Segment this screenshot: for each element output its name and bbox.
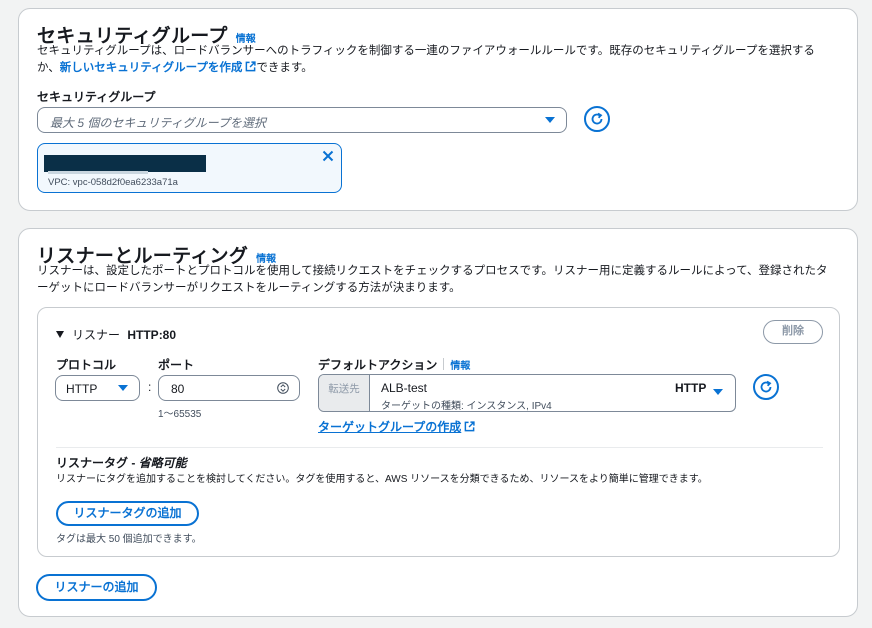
caret-down-icon xyxy=(545,117,555,123)
security-group-select-placeholder: 最大 5 個のセキュリティグループを選択 xyxy=(50,116,266,130)
redacted-security-group-id xyxy=(48,171,148,174)
protocol-select[interactable]: HTTP xyxy=(55,375,140,401)
default-action-label-group: デフォルトアクション 情報 xyxy=(318,356,470,373)
listener-tags-title: リスナータグ - 省略可能 xyxy=(56,454,187,471)
listener-tags-title-text: リスナータグ - xyxy=(56,456,139,470)
tag-limit-hint: タグは最大 50 個追加できます。 xyxy=(56,534,202,545)
external-link-icon xyxy=(246,61,257,72)
listeners-description: リスナーは、設定したポートとプロトコルを使用して接続リクエストをチェックするプロ… xyxy=(37,265,828,294)
forward-to-label: 転送先 xyxy=(319,375,370,411)
refresh-icon xyxy=(760,380,772,393)
caret-expanded-icon xyxy=(56,331,64,338)
caret-down-icon xyxy=(713,389,723,395)
refresh-security-groups-button[interactable] xyxy=(584,106,610,132)
caret-down-icon xyxy=(118,385,128,391)
add-listener-tag-button[interactable]: リスナータグの追加 xyxy=(56,501,199,526)
default-action-info-link[interactable]: 情報 xyxy=(450,361,470,372)
protocol-select-value: HTTP xyxy=(66,382,98,396)
create-target-group-link[interactable]: ターゲットグループの作成 xyxy=(318,418,475,435)
listener-expander[interactable]: リスナー HTTP:80 xyxy=(56,326,176,343)
divider xyxy=(443,358,445,370)
listener-tags-description: リスナーにタグを追加することを検討してください。タグを使用すると、AWS リソー… xyxy=(56,474,708,485)
create-security-group-link-label: 新しいセキュリティグループを作成 xyxy=(59,62,243,74)
protocol-port-separator: : xyxy=(148,380,152,394)
delete-listener-button[interactable]: 削除 xyxy=(763,320,823,344)
external-link-icon xyxy=(464,421,475,432)
port-range-hint: 1〜65535 xyxy=(158,409,202,420)
protocol-label: プロトコル xyxy=(56,358,117,372)
default-action-label: デフォルトアクション xyxy=(318,358,438,372)
create-target-group-link-label: ターゲットグループの作成 xyxy=(318,420,462,434)
divider xyxy=(56,447,823,448)
close-icon[interactable] xyxy=(322,150,334,162)
selected-security-group-token: VPC: vpc-058d2f0ea6233a71a xyxy=(37,143,342,193)
target-group-type: ターゲットの種類: インスタンス, IPv4 xyxy=(381,401,552,412)
security-group-description: セキュリティグループは、ロードバランサーへのトラフィックを制御する一連のファイア… xyxy=(37,43,837,77)
port-input-value: 80 xyxy=(171,382,185,396)
refresh-target-groups-button[interactable] xyxy=(753,374,779,400)
listener-prefix: リスナー xyxy=(72,328,121,342)
security-group-field-label: セキュリティグループ xyxy=(37,90,156,104)
listener-card: リスナー HTTP:80 削除 プロトコル ポート デフォルトアクション 情報 H… xyxy=(37,307,840,557)
listener-name: HTTP:80 xyxy=(127,328,177,342)
listener-tags-optional: 省略可能 xyxy=(138,456,187,470)
redacted-security-group-name xyxy=(44,155,206,172)
target-group-protocol: HTTP xyxy=(675,381,707,395)
port-label: ポート xyxy=(158,358,195,372)
stepper-icon[interactable] xyxy=(277,382,289,394)
listeners-routing-panel: リスナーとルーティング 情報 リスナーは、設定したポートとプロトコルを使用して接続… xyxy=(18,228,858,617)
security-group-panel: セキュリティグループ 情報 セキュリティグループは、ロードバランサーへのトラフィッ… xyxy=(18,8,858,211)
default-action-select[interactable]: 転送先 ALB-test ターゲットの種類: インスタンス, IPv4 HTTP xyxy=(318,374,736,412)
refresh-icon xyxy=(591,112,603,125)
port-input[interactable]: 80 xyxy=(158,375,300,401)
selected-security-group-vpc: VPC: vpc-058d2f0ea6233a71a xyxy=(48,177,178,188)
security-group-select[interactable]: 最大 5 個のセキュリティグループを選択 xyxy=(37,107,567,133)
security-group-desc-text-end: できます。 xyxy=(256,62,313,74)
target-group-name: ALB-test xyxy=(381,381,428,395)
add-listener-button[interactable]: リスナーの追加 xyxy=(36,574,157,601)
create-security-group-link[interactable]: 新しいセキュリティグループを作成 xyxy=(59,61,257,74)
